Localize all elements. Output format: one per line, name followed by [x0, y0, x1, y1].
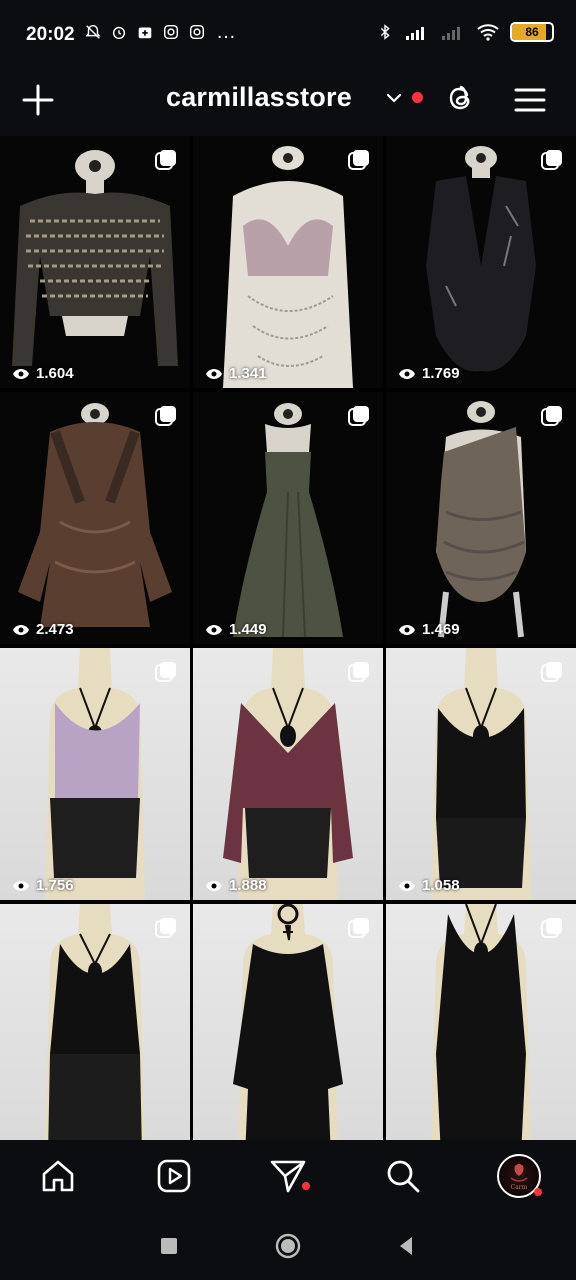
post-tile[interactable]: 1.756	[0, 648, 190, 900]
view-count: 1.469	[398, 621, 460, 638]
eye-icon	[13, 624, 29, 635]
carousel-icon	[541, 150, 562, 170]
post-tile[interactable]: 1.604	[0, 136, 190, 388]
more-notifications-icon: …	[216, 20, 236, 43]
create-plus-button[interactable]	[18, 80, 58, 120]
status-bar: 20:02 … 86	[0, 0, 576, 70]
battery-level: 86	[525, 25, 539, 39]
account-name[interactable]: carmillasstore	[166, 82, 352, 113]
post-tile[interactable]: 1.058	[386, 648, 576, 900]
home-button[interactable]	[274, 1232, 302, 1260]
view-count-value: 1.604	[36, 365, 74, 382]
view-count: 1.449	[205, 621, 267, 638]
battery-indicator: 86	[510, 22, 554, 42]
carousel-icon	[348, 918, 369, 938]
carousel-icon	[348, 662, 369, 682]
carousel-icon	[541, 406, 562, 426]
view-count-value: 1.769	[422, 365, 460, 382]
post-tile[interactable]: 1.449	[193, 392, 383, 644]
profile-header: carmillasstore	[0, 70, 576, 136]
post-image	[431, 648, 531, 900]
threads-icon[interactable]	[440, 78, 480, 118]
post-image	[12, 150, 178, 366]
alarm-icon	[112, 26, 126, 40]
hamburger-menu-icon[interactable]	[510, 80, 550, 120]
eye-icon	[206, 880, 222, 891]
reels-icon[interactable]	[154, 1156, 194, 1196]
eye-icon	[399, 880, 415, 891]
view-count: 1.341	[205, 365, 267, 382]
instagram-icon-2	[189, 24, 205, 40]
view-count: 1.888	[205, 877, 267, 894]
view-count-value: 1.449	[229, 621, 267, 638]
carousel-icon	[155, 406, 176, 426]
post-image	[223, 146, 353, 388]
view-count-value: 1.058	[422, 877, 460, 894]
post-image	[223, 648, 353, 900]
post-image	[18, 403, 172, 627]
signal-icon	[406, 27, 424, 40]
posts-grid: 1.604 1.341 1.769 2.473 1.449 1.469 1.75…	[0, 136, 576, 1140]
post-tile[interactable]: 1.341	[193, 136, 383, 388]
eye-icon	[399, 368, 415, 379]
view-count-value: 2.473	[36, 621, 74, 638]
profile-notification-dot	[534, 1188, 542, 1196]
back-button[interactable]	[392, 1232, 420, 1260]
view-count-value: 1.341	[229, 365, 267, 382]
avatar-label: Carm	[510, 1184, 528, 1191]
carousel-icon	[541, 918, 562, 938]
post-image	[233, 403, 343, 638]
wifi-icon	[477, 24, 499, 41]
direct-message-icon[interactable]	[268, 1156, 308, 1196]
system-status-icons: 86	[376, 22, 554, 42]
post-image	[45, 648, 145, 900]
eye-icon	[13, 368, 29, 379]
carousel-icon	[541, 662, 562, 682]
carousel-icon	[155, 662, 176, 682]
carousel-icon	[348, 150, 369, 170]
bottom-navigation: Carm	[0, 1140, 576, 1212]
post-image	[436, 401, 526, 638]
post-tile[interactable]: 2.473	[0, 392, 190, 644]
post-tile[interactable]	[193, 904, 383, 1140]
carousel-icon	[155, 918, 176, 938]
eye-icon	[206, 624, 222, 635]
medical-icon	[138, 27, 152, 39]
home-icon[interactable]	[38, 1156, 78, 1196]
view-count: 1.058	[398, 877, 460, 894]
messages-notification-dot	[302, 1182, 310, 1190]
view-count: 1.756	[12, 877, 74, 894]
view-count-value: 1.469	[422, 621, 460, 638]
view-count-value: 1.756	[36, 877, 74, 894]
recents-button[interactable]	[155, 1232, 183, 1260]
mute-bell-icon	[85, 24, 101, 39]
view-count: 1.769	[398, 365, 460, 382]
post-tile[interactable]	[386, 904, 576, 1140]
carousel-icon	[155, 150, 176, 170]
post-tile[interactable]	[0, 904, 190, 1140]
eye-icon	[13, 880, 29, 891]
instagram-icon	[163, 24, 179, 40]
view-count: 1.604	[12, 365, 74, 382]
view-count: 2.473	[12, 621, 74, 638]
post-tile[interactable]: 1.769	[386, 136, 576, 388]
search-icon[interactable]	[383, 1156, 423, 1196]
carousel-icon	[348, 406, 369, 426]
post-tile[interactable]: 1.469	[386, 392, 576, 644]
eye-icon	[399, 624, 415, 635]
chevron-down-icon[interactable]	[384, 88, 404, 108]
view-count-value: 1.888	[229, 877, 267, 894]
notification-icons: …	[84, 20, 238, 43]
post-image	[426, 146, 536, 372]
bluetooth-icon	[380, 24, 390, 40]
system-navigation-bar	[0, 1212, 576, 1280]
post-tile[interactable]: 1.888	[193, 648, 383, 900]
status-time: 20:02	[26, 24, 75, 45]
account-notification-dot	[412, 92, 423, 103]
signal-2-icon	[442, 27, 460, 40]
eye-icon	[206, 368, 222, 379]
